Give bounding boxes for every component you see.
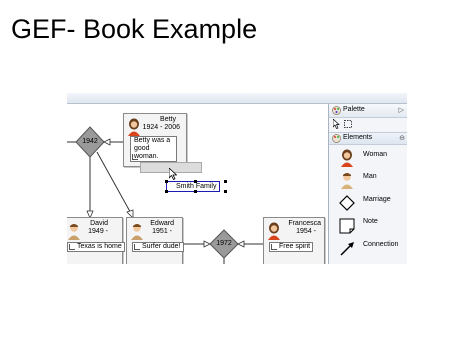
person-edward[interactable]: Edward 1951 - Surfer dude! — [126, 217, 184, 264]
marquee-tool-icon[interactable] — [344, 120, 352, 128]
selection-handle[interactable] — [194, 180, 197, 183]
selection-handle[interactable] — [224, 180, 227, 183]
palette-item-note[interactable]: Note — [333, 216, 405, 236]
person-note: Surfer dude! — [132, 242, 184, 252]
person-name: David — [90, 220, 108, 227]
person-name: Edward — [150, 220, 174, 227]
marriage-year-1972: 1972 — [216, 240, 232, 247]
man-icon — [131, 224, 143, 240]
palette-collapse-icon[interactable]: ▷ — [399, 106, 404, 114]
person-years: 1951 - — [152, 228, 172, 235]
select-tool-icon[interactable] — [333, 119, 341, 129]
palette-item-label: Connection — [363, 241, 399, 248]
palette-icon — [332, 106, 341, 115]
slide-title: GEF- Book Example — [11, 14, 258, 44]
person-note: Betty was a good woman. — [130, 136, 177, 162]
palette-item-label: Woman — [363, 151, 387, 158]
selection-handle[interactable] — [224, 190, 227, 193]
palette-item-woman[interactable]: Woman — [333, 149, 405, 169]
woman-icon — [128, 118, 140, 136]
marriage-year-1942: 1942 — [82, 138, 98, 145]
palette-item-label: Note — [363, 218, 378, 225]
person-name: Francesca — [288, 220, 321, 227]
palette-title: Palette — [343, 106, 365, 113]
person-years: 1949 - — [88, 228, 108, 235]
woman-icon — [268, 222, 280, 240]
woman-icon — [341, 149, 353, 167]
diagram-canvas[interactable]: 1942 1972 Betty 1924 - 2006 Betty was a … — [67, 104, 327, 264]
elements-drawer[interactable]: Elements ⊖ — [329, 132, 407, 145]
person-note: Free spirit — [269, 242, 314, 252]
editor-title-bar — [67, 93, 407, 104]
note-text: Smith Family — [176, 183, 217, 190]
person-years: 1954 - — [296, 228, 316, 235]
drawer-title: Elements — [343, 134, 373, 141]
mouse-cursor-icon — [169, 168, 177, 180]
palette-item-marriage[interactable]: Marriage — [333, 194, 405, 214]
person-betty[interactable]: Betty 1924 - 2006 Betty was a good woman… — [123, 113, 187, 167]
man-icon — [68, 224, 80, 240]
palette-item-connection[interactable]: Connection — [333, 239, 405, 259]
person-years: 1924 - 2006 — [142, 124, 180, 131]
gef-editor-window: 1942 1972 Betty 1924 - 2006 Betty was a … — [67, 93, 407, 264]
palette-header[interactable]: Palette ▷ — [329, 104, 407, 118]
note-icon — [339, 218, 355, 234]
palette-item-label: Man — [363, 173, 377, 180]
diamond-icon — [339, 195, 355, 211]
arrow-icon — [340, 242, 354, 256]
palette-item-man[interactable]: Man — [333, 171, 405, 191]
palette-panel: Palette ▷ Elements ⊖ Woman Man Marriage … — [328, 104, 407, 264]
man-icon — [341, 173, 353, 189]
person-francesca[interactable]: Francesca 1954 - Free spirit — [263, 217, 325, 264]
palette-item-label: Marriage — [363, 196, 391, 203]
palette-tools — [331, 119, 406, 129]
palette-icon — [332, 134, 341, 143]
person-note: Texas is home — [67, 242, 125, 252]
selection-handle[interactable] — [165, 190, 168, 193]
person-name: Betty — [160, 116, 176, 123]
selection-handle[interactable] — [194, 190, 197, 193]
person-david[interactable]: David 1949 - Texas is home — [67, 217, 125, 264]
drawer-collapse-icon[interactable]: ⊖ — [399, 134, 405, 142]
selection-handle[interactable] — [165, 180, 168, 183]
